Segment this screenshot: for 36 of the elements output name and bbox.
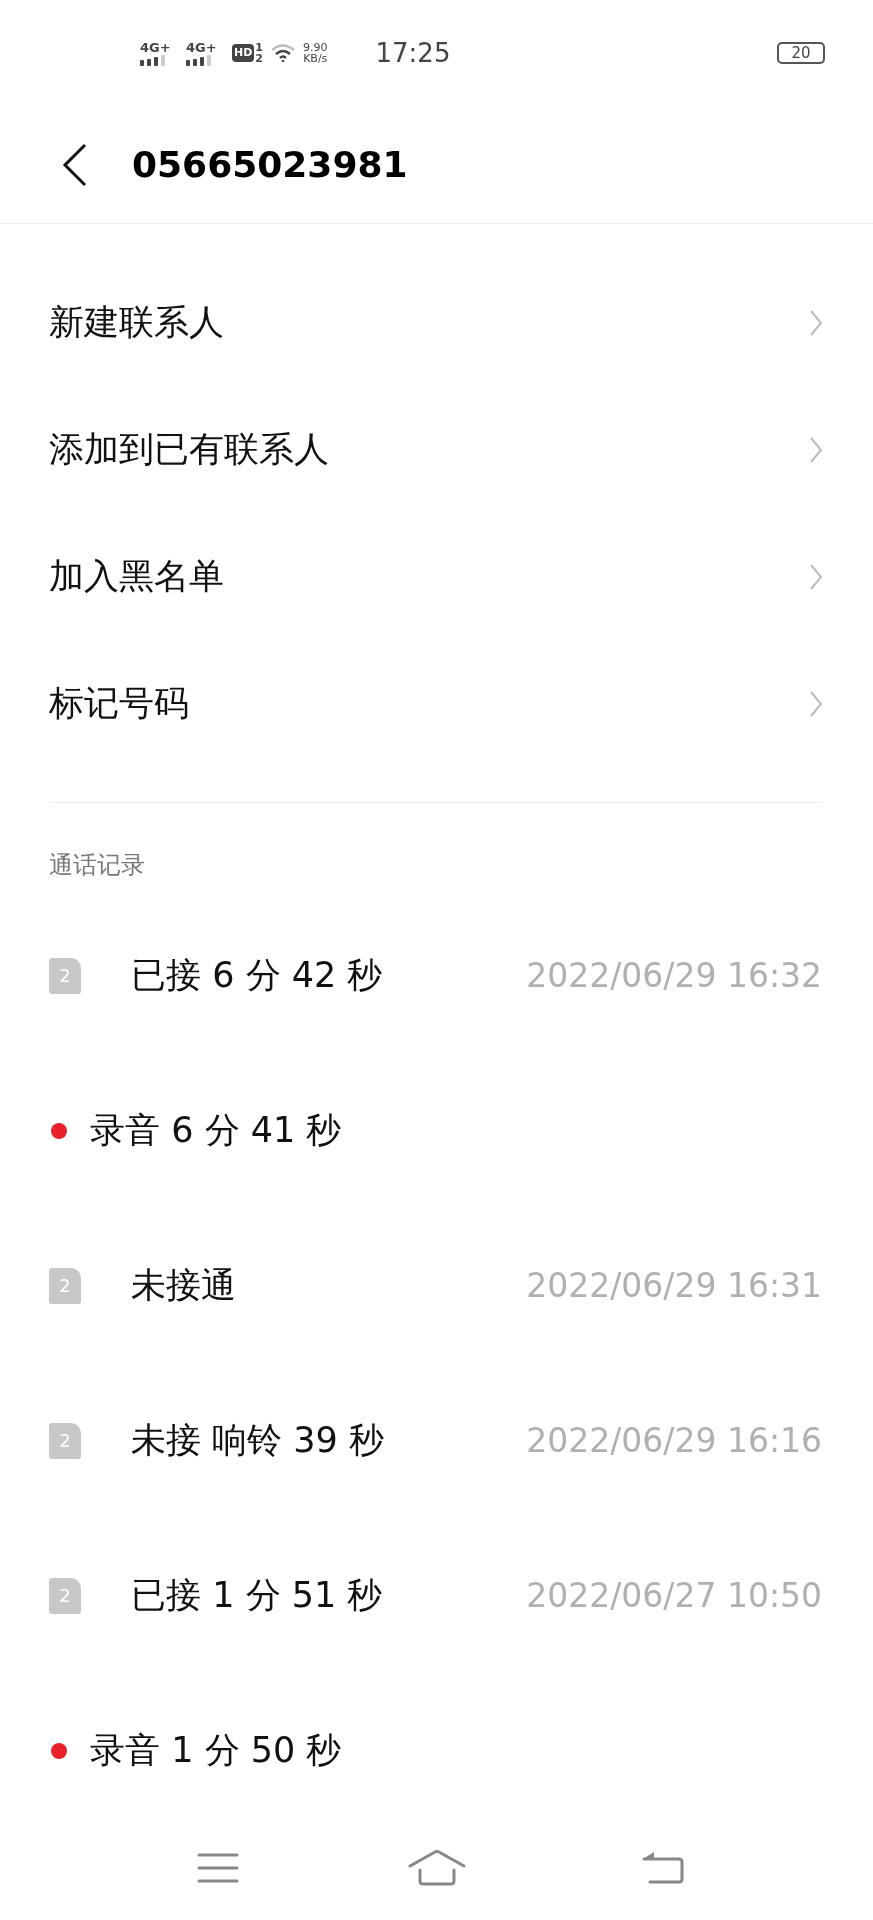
menu-icon[interactable] — [197, 1852, 239, 1884]
menu-item[interactable]: 标记号码 — [49, 640, 823, 767]
call-time: 2022/06/29 16:32 — [526, 956, 822, 995]
menu-item[interactable]: 加入黑名单 — [49, 513, 823, 640]
clock: 17:25 — [375, 38, 451, 68]
call-time: 2022/06/29 16:16 — [526, 1421, 822, 1460]
recording-item[interactable]: 录音 6 分 41 秒 — [90, 1107, 342, 1154]
chevron-icon — [809, 562, 823, 591]
speed-unit: KB/s — [303, 53, 328, 64]
call-time: 2022/06/27 10:50 — [526, 1576, 822, 1615]
back-nav-icon[interactable] — [642, 1851, 684, 1885]
wifi-icon — [271, 44, 295, 62]
call-status: 已接 1 分 51 秒 — [131, 1574, 383, 1617]
menu-item[interactable]: 添加到已有联系人 — [49, 386, 823, 513]
chevron-icon — [809, 689, 823, 718]
recording-dot — [51, 1742, 67, 1759]
network-speed: 9.90 — [303, 42, 328, 53]
call-status: 已接 6 分 42 秒 — [131, 954, 383, 997]
network-type: 4G+ — [140, 40, 171, 55]
sim-number: 1 — [255, 42, 263, 53]
call-status: 未接通 — [131, 1264, 236, 1307]
battery-indicator: 20 — [777, 42, 825, 64]
chevron-icon — [809, 308, 823, 337]
back-icon[interactable] — [62, 142, 88, 187]
recording-item[interactable]: 录音 1 分 50 秒 — [90, 1727, 342, 1774]
network-type: 4G+ — [186, 40, 217, 55]
phone-number-title: 05665023981 — [132, 144, 408, 185]
section-title: 通话记录 — [49, 850, 146, 881]
recording-dot — [51, 1122, 67, 1139]
home-icon[interactable] — [408, 1850, 466, 1886]
sim-number: 2 — [255, 53, 263, 64]
hd-badge: HD — [232, 44, 255, 62]
call-status: 未接 响铃 39 秒 — [131, 1419, 384, 1462]
chevron-icon — [809, 435, 823, 464]
call-time: 2022/06/29 16:31 — [526, 1266, 822, 1305]
menu-item[interactable]: 新建联系人 — [49, 259, 823, 386]
